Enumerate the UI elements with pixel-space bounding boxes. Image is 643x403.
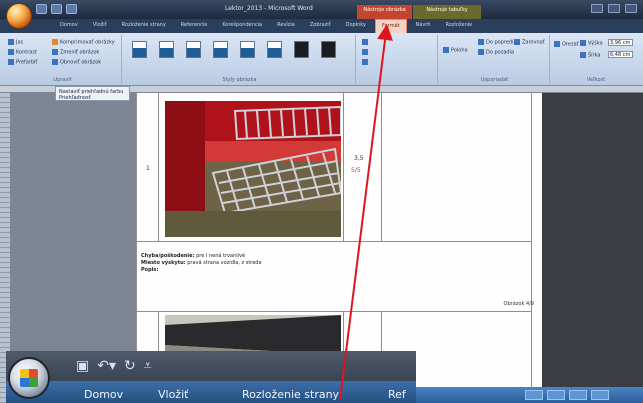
group-adjust: Jas Kontrast Prefarbiť Komprimovať obráz… [4, 35, 122, 84]
height-field[interactable]: 3,96 cm [608, 39, 633, 46]
tab-10[interactable]: Rozloženie [440, 19, 479, 33]
reset-picture-button[interactable]: Obnoviť obrázok [52, 59, 101, 66]
ribbon-tab-bar: Domov Vložiť Rozloženie strany Referencie Ko… [0, 19, 643, 33]
picture-style-2[interactable] [159, 41, 174, 58]
photo-image [165, 101, 341, 237]
tab-6[interactable]: Zobraziť [304, 19, 337, 33]
picture-style-5[interactable] [240, 41, 255, 58]
width-label: Šírka [580, 52, 601, 59]
close-button[interactable] [625, 4, 637, 13]
window-title: Lektor_2013 - Microsoft Word [225, 5, 313, 12]
taskbar [415, 387, 643, 403]
zoom-inset: ▣ ↶▾ ↻ ⩡ Domov Vložiť Rozloženie strany … [6, 351, 416, 403]
taskbar-button-2[interactable] [547, 390, 565, 400]
tab-5[interactable]: Revízia [271, 19, 301, 33]
undo-icon[interactable]: ↶▾ [97, 359, 116, 373]
save-icon[interactable] [36, 4, 47, 14]
redo-icon[interactable] [66, 4, 77, 14]
window-controls [591, 4, 637, 13]
change-picture-button[interactable]: Zmeniť obrázok [52, 49, 99, 56]
taskbar-button-3[interactable] [569, 390, 587, 400]
group-size: Orezať Výška 3,96 cm Šírka 6,48 cm Veľko… [552, 35, 640, 84]
group-label-arrange: Usporiadať [480, 77, 509, 83]
width-field[interactable]: 6,48 cm [608, 51, 633, 58]
tab-4[interactable]: Korešpondencia [216, 19, 268, 33]
group-label-picture-styles: Štýly obrázka [222, 77, 257, 83]
tab-insert-zoomed[interactable]: Vložiť [158, 388, 188, 401]
tab-7[interactable]: Doplnky [340, 19, 372, 33]
context-group-picture-tools: Nástroje obrázka [357, 5, 412, 19]
crop-button[interactable]: Orezať [554, 41, 579, 48]
picture-shape-button[interactable] [362, 39, 370, 46]
customize-qat-icon[interactable]: ⩡ [144, 359, 152, 373]
finding-location: Miesto výskytu: pravá strana vozidla, z … [141, 260, 262, 266]
contrast-button[interactable]: Kontrast [8, 49, 37, 56]
photo-caption: Obrázok 4/9 [503, 301, 534, 307]
office-button-zoomed[interactable] [8, 357, 50, 399]
group-label-size: Veľkosť [586, 77, 606, 83]
recolor-dropdown[interactable]: Nastaviť priehľadnú farbu Priehľadnosť [55, 86, 130, 101]
finding-defect: Chyba/poškodenie: pre I nená trvanlivé [141, 253, 246, 259]
tab-home-zoomed[interactable]: Domov [84, 388, 123, 401]
tab-2[interactable]: Rozloženie strany [116, 19, 172, 33]
office-button[interactable] [6, 3, 32, 29]
taskbar-button-4[interactable] [591, 390, 609, 400]
damage-photo[interactable] [165, 101, 341, 237]
compress-pictures-button[interactable]: Komprimovať obrázky [52, 39, 115, 46]
tab-9[interactable]: Návrh [410, 19, 437, 33]
height-label: Výška [580, 40, 603, 47]
quick-access-toolbar [36, 4, 77, 15]
picture-border-button[interactable] [362, 49, 370, 56]
findings-block: Chyba/poškodenie: pre I nená trvanlivé M… [141, 253, 262, 274]
picture-style-6[interactable] [267, 41, 282, 58]
tab-references-zoomed[interactable]: Ref [388, 388, 406, 401]
save-icon[interactable]: ▣ [76, 359, 89, 373]
row-number: 1 [146, 165, 150, 172]
maximize-button[interactable] [608, 4, 620, 13]
recolor-button[interactable]: Prefarbiť [8, 59, 37, 66]
group-picture-styles: Štýly obrázka [124, 35, 356, 84]
picture-effects-button[interactable] [362, 59, 370, 66]
picture-style-7[interactable] [294, 41, 309, 58]
group-label-adjust: Upraviť [53, 77, 72, 83]
value-cell-b: 5/5 [351, 167, 361, 174]
value-cell-a: 3,5 [354, 155, 364, 162]
quick-access-toolbar-zoomed: ▣ ↶▾ ↻ ⩡ [76, 359, 152, 373]
tab-3[interactable]: Referencie [175, 19, 214, 33]
group-arrange: Poloha Do popredia Do pozadia Zarovnať U… [440, 35, 550, 84]
align-button[interactable]: Zarovnať [514, 39, 545, 46]
position-button[interactable]: Poloha [443, 47, 468, 54]
taskbar-button-1[interactable] [525, 390, 543, 400]
context-group-table-tools: Nástroje tabuľky [413, 5, 481, 19]
bring-forward-button[interactable]: Do popredia [478, 39, 517, 46]
group-picture-effects [358, 35, 438, 84]
send-backward-button[interactable]: Do pozadia [478, 49, 514, 56]
tab-0[interactable]: Domov [54, 19, 84, 33]
word-window: { "window": {"title": "Lektor_2013 - Mic… [0, 0, 643, 403]
picture-style-4[interactable] [213, 41, 228, 58]
redo-icon[interactable]: ↻ [124, 359, 136, 373]
ribbon-tabs-zoomed: Domov Vložiť Rozloženie strany Ref [6, 381, 416, 403]
dropdown-item-transparency[interactable]: Priehľadnosť [59, 95, 126, 101]
tab-page-layout-zoomed[interactable]: Rozloženie strany [242, 388, 339, 401]
finding-description: Popis: [141, 267, 159, 273]
ribbon: Jas Kontrast Prefarbiť Komprimovať obráz… [0, 33, 643, 86]
right-margin-area [542, 93, 643, 403]
picture-style-8[interactable] [321, 41, 336, 58]
picture-style-3[interactable] [186, 41, 201, 58]
title-bar: Lektor_2013 - Microsoft Word Nástroje ob… [0, 0, 643, 29]
picture-style-1[interactable] [132, 41, 147, 58]
brightness-button[interactable]: Jas [8, 39, 23, 46]
tab-1[interactable]: Vložiť [87, 19, 113, 33]
undo-icon[interactable] [51, 4, 62, 14]
tab-8[interactable]: Formát [374, 19, 407, 33]
minimize-button[interactable] [591, 4, 603, 13]
